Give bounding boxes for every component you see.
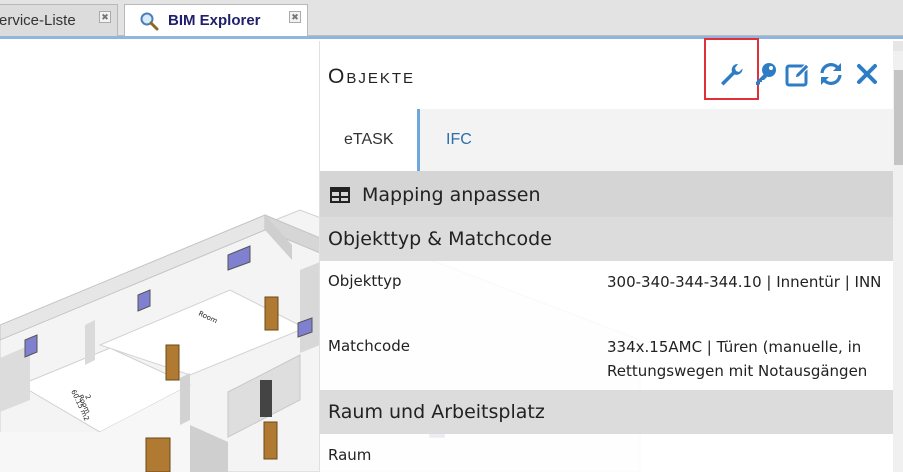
tab-etask[interactable]: eTASK [320, 109, 420, 171]
panel-title: Objekte [328, 65, 416, 88]
close-panel-button[interactable] [854, 61, 880, 87]
scrollbar-up-arrow[interactable] [893, 41, 903, 51]
property-value-objekttyp: 300-340-344-344.10 | Innentür | INN [607, 273, 882, 291]
key-button[interactable] [753, 61, 779, 87]
objekte-panel: Objekte eTASK IFC Mapping anpassen Objek… [319, 38, 894, 472]
panel-subtabs: eTASK IFC [320, 109, 894, 171]
key-icon [756, 63, 776, 85]
property-value-matchcode: 334x.15AMC | Türen (manuelle, in Rettung… [607, 338, 868, 380]
tab-etask-label: eTASK [344, 131, 394, 148]
viewer-top-border [0, 36, 903, 39]
scrollbar-thumb[interactable] [894, 70, 903, 165]
magnifier-icon [140, 12, 159, 31]
tab-ifc[interactable]: IFC [420, 109, 500, 171]
mapping-anpassen-button[interactable]: Mapping anpassen [320, 171, 894, 217]
tab-service-liste-close-icon[interactable]: ✖ [99, 11, 111, 23]
tab-service-liste[interactable]: ervice-Liste ✖ [0, 4, 118, 36]
refresh-button[interactable] [818, 61, 844, 87]
mapping-anpassen-label: Mapping anpassen [362, 184, 541, 206]
tab-bim-explorer-label: BIM Explorer [168, 12, 261, 29]
wrench-button[interactable] [718, 61, 744, 87]
edit-button[interactable] [785, 61, 811, 87]
section-objekttyp-title: Objekttyp & Matchcode [328, 228, 552, 250]
section-raum-title: Raum und Arbeitsplatz [328, 401, 545, 423]
tab-bim-explorer-close-icon[interactable]: ✖ [289, 11, 301, 23]
edit-icon [785, 63, 810, 87]
property-label-matchcode: Matchcode [328, 337, 410, 355]
tab-service-liste-label: ervice-Liste [0, 12, 76, 29]
refresh-icon [820, 63, 842, 85]
wrench-icon [721, 63, 743, 86]
table-icon [330, 187, 350, 203]
tab-ifc-label: IFC [446, 131, 472, 148]
tab-bim-explorer[interactable]: BIM Explorer ✖ [124, 4, 308, 37]
close-icon [857, 64, 877, 84]
section-objekttyp-matchcode: Objekttyp & Matchcode [320, 217, 894, 261]
panel-header: Objekte [320, 38, 894, 109]
section-raum-arbeitsplatz: Raum und Arbeitsplatz [320, 390, 894, 434]
tab-strip: ervice-Liste ✖ BIM Explorer ✖ [0, 0, 903, 37]
property-label-objekttyp: Objekttyp [328, 272, 402, 290]
property-label-raum: Raum [328, 446, 372, 464]
